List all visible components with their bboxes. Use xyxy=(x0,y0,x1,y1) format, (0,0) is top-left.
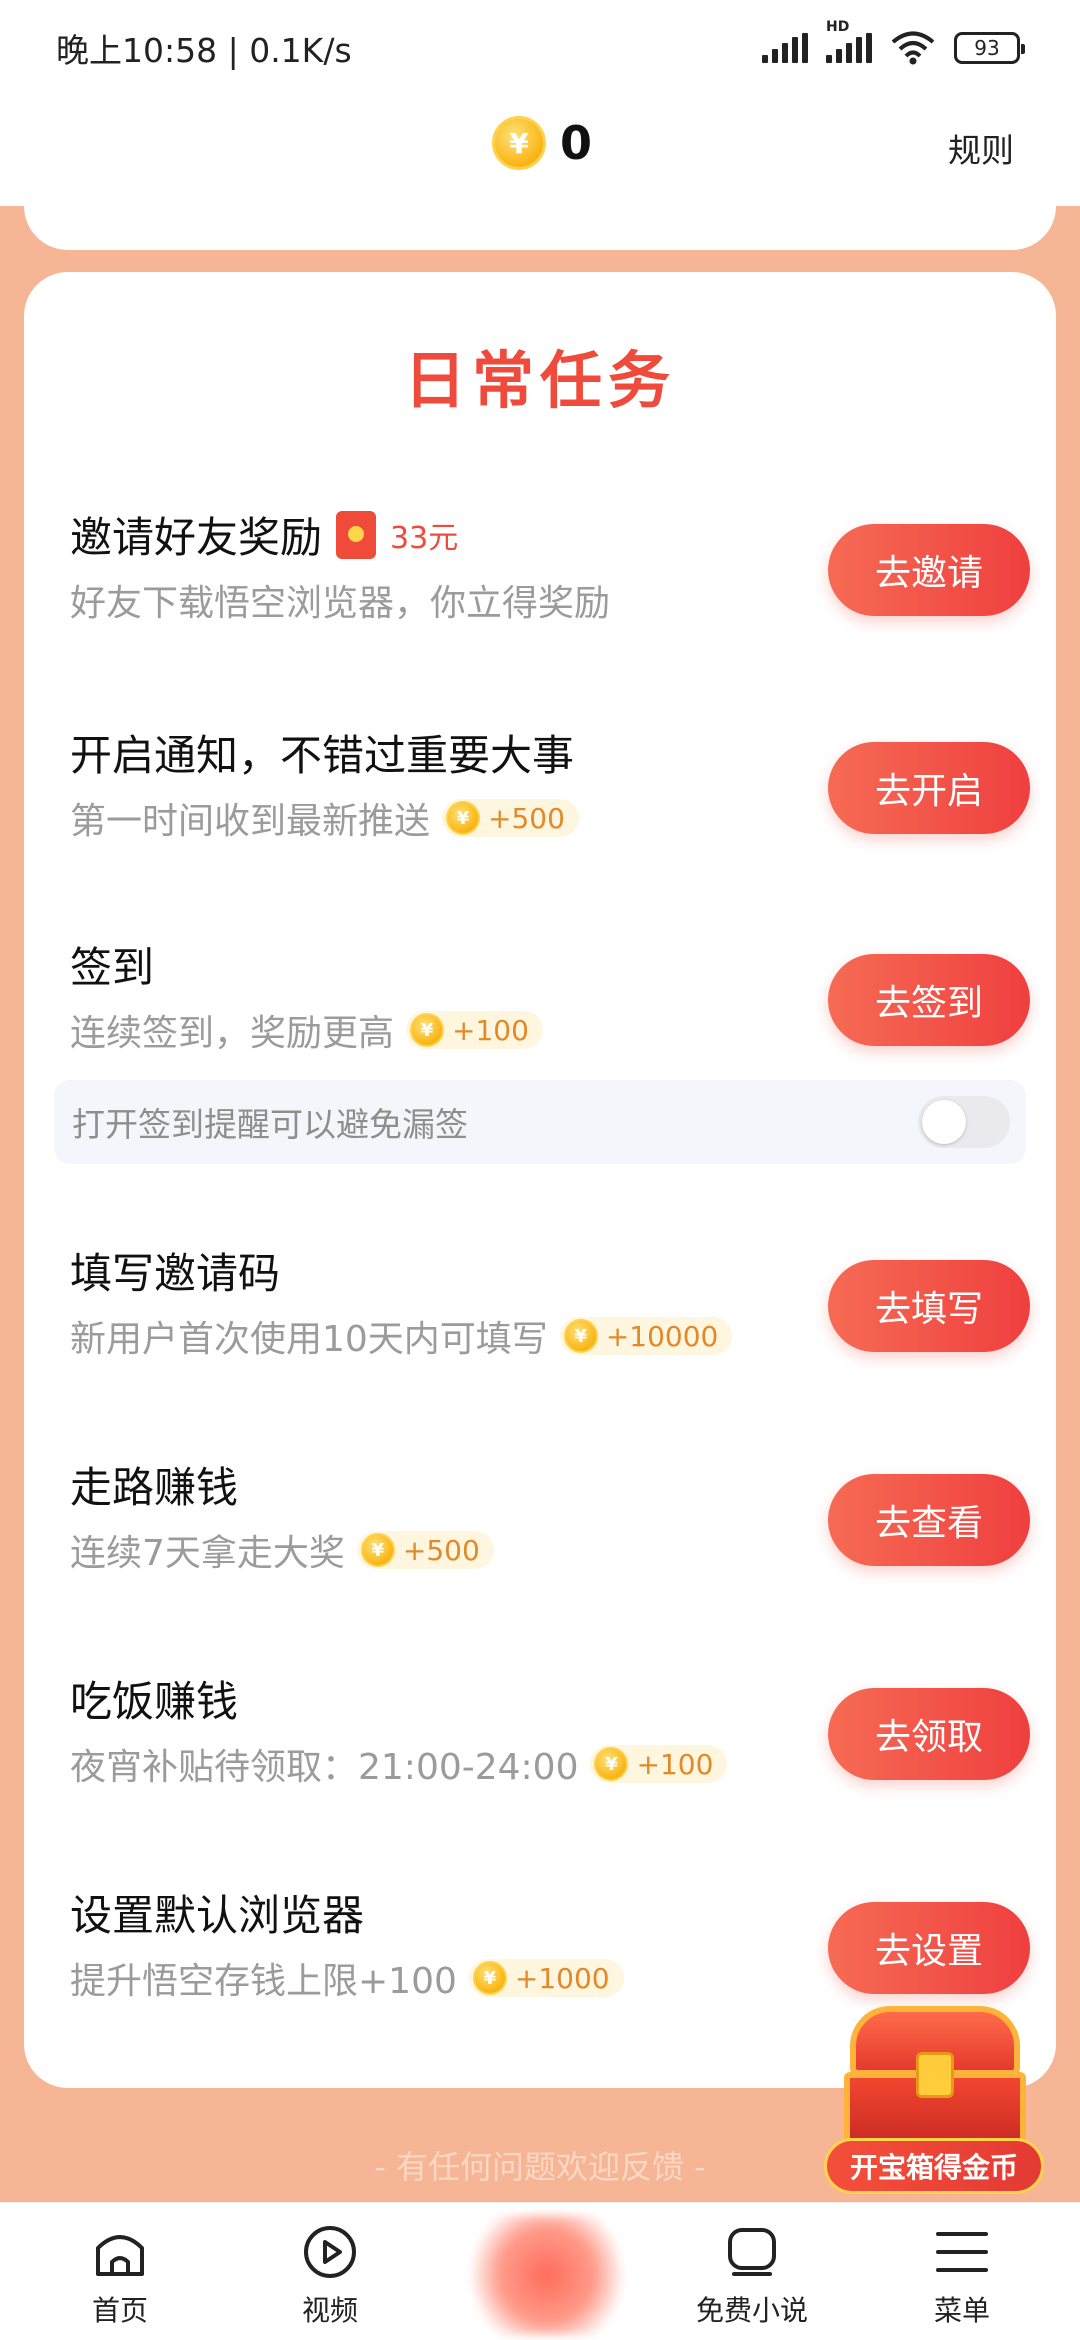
task-title-text: 走路赚钱 xyxy=(70,1463,239,1512)
task-walk-earn: 走路赚钱 连续7天拿走大奖 ¥ +500 去查看 xyxy=(70,1454,1030,1584)
nav-label: 首页 xyxy=(91,2294,148,2327)
task-set-default-browser: 设置默认浏览器 提升悟空存钱上限+100 ¥ +1000 去设置 xyxy=(70,1882,1030,2012)
coin-icon: ¥ xyxy=(472,1961,507,1995)
invite-button[interactable]: 去邀请 xyxy=(828,524,1030,616)
red-packet-icon xyxy=(336,510,377,559)
set-button[interactable]: 去设置 xyxy=(828,1902,1030,1994)
top-card xyxy=(24,180,1056,250)
nav-label: 菜单 xyxy=(933,2294,990,2327)
coin-balance: ¥ 0 xyxy=(492,116,592,170)
task-invite-friends: 邀请好友奖励 33元 好友下载悟空浏览器，你立得奖励 去邀请 xyxy=(70,504,1030,634)
cash-reward: 33元 xyxy=(390,520,459,556)
bottom-nav: 首页 视频 免费小说 菜单 xyxy=(0,2202,1080,2340)
coin-reward-badge: ¥ +1000 xyxy=(468,1959,624,1997)
coin-reward-badge: ¥ +500 xyxy=(442,799,579,837)
coin-icon: ¥ xyxy=(360,1533,395,1567)
task-title-text: 填写邀请码 xyxy=(70,1249,281,1298)
chest-lock-icon xyxy=(916,2052,954,2098)
coin-reward-amount: +500 xyxy=(402,1533,480,1567)
check-in-button[interactable]: 去签到 xyxy=(828,954,1030,1046)
task-description: 提升悟空存钱上限+100 ¥ +1000 xyxy=(70,1952,624,2004)
task-title-text: 邀请好友奖励 xyxy=(70,513,323,562)
task-description: 好友下载悟空浏览器，你立得奖励 xyxy=(70,574,610,626)
feedback-link[interactable]: - 有任何问题欢迎反馈 - xyxy=(0,2142,1080,2188)
task-description: 夜宵补贴待领取：21:00-24:00 ¥ +100 xyxy=(70,1738,728,1790)
task-description-text: 夜宵补贴待领取：21:00-24:00 xyxy=(70,1747,579,1788)
task-title: 吃饭赚钱 xyxy=(70,1668,238,1729)
coin-reward-amount: +100 xyxy=(452,1013,529,1047)
nav-item-free-novels[interactable]: 免费小说 xyxy=(672,2221,832,2329)
task-title: 走路赚钱 xyxy=(70,1454,238,1515)
task-description-text: 好友下载悟空浏览器，你立得奖励 xyxy=(70,583,611,624)
daily-tasks-card: 日常任务 邀请好友奖励 33元 好友下载悟空浏览器，你立得奖励 去邀请 开启通知… xyxy=(24,272,1056,2088)
video-play-icon xyxy=(250,2221,410,2283)
nav-item-video[interactable]: 视频 xyxy=(250,2221,410,2329)
coin-reward-amount: +500 xyxy=(488,801,565,835)
coin-reward-badge: ¥ +500 xyxy=(356,1531,494,1569)
coin-icon: ¥ xyxy=(594,1747,629,1781)
enable-button[interactable]: 去开启 xyxy=(828,742,1030,834)
task-description-text: 第一时间收到最新推送 xyxy=(70,801,431,842)
claim-button[interactable]: 去领取 xyxy=(828,1688,1030,1780)
hd-signal-icon: HD xyxy=(826,19,872,63)
balance-value: 0 xyxy=(560,116,593,170)
center-nav-icon[interactable] xyxy=(462,2215,632,2335)
task-title-text: 签到 xyxy=(70,943,155,992)
coin-icon: ¥ xyxy=(410,1013,445,1047)
nav-label: 免费小说 xyxy=(695,2294,808,2327)
task-title-text: 吃饭赚钱 xyxy=(70,1677,239,1726)
status-time-speed: 晚上10:58 | 0.1K/s xyxy=(56,31,352,70)
coin-icon: ¥ xyxy=(446,801,481,835)
task-description-text: 新用户首次使用10天内可填写 xyxy=(70,1319,548,1360)
task-description-text: 提升悟空存钱上限+100 xyxy=(70,1961,457,2002)
coin-icon: ¥ xyxy=(492,116,546,170)
task-title-text: 开启通知，不错过重要大事 xyxy=(70,731,575,780)
section-title: 日常任务 xyxy=(403,344,676,417)
reminder-text: 打开签到提醒可以避免漏签 xyxy=(72,1105,468,1144)
signal-icon xyxy=(762,33,808,63)
battery-icon: 93 xyxy=(954,32,1025,64)
rules-link[interactable]: 规则 xyxy=(948,124,1014,172)
task-description: 连续7天拿走大奖 ¥ +500 xyxy=(70,1524,494,1576)
coin-reward-amount: +1000 xyxy=(514,1961,610,1995)
task-description: 新用户首次使用10天内可填写 ¥ +10000 xyxy=(70,1310,733,1362)
nav-item-menu[interactable]: 菜单 xyxy=(882,2221,1042,2329)
toggle-knob xyxy=(922,1100,966,1144)
task-title-text: 设置默认浏览器 xyxy=(70,1891,365,1940)
status-bar: 晚上10:58 | 0.1K/s HD 93 xyxy=(0,0,1080,96)
task-meal-earn: 吃饭赚钱 夜宵补贴待领取：21:00-24:00 ¥ +100 去领取 xyxy=(70,1668,1030,1798)
home-icon xyxy=(40,2221,200,2283)
coin-reward-badge: ¥ +10000 xyxy=(559,1317,733,1355)
coin-reward-badge: ¥ +100 xyxy=(590,1745,728,1783)
task-title: 填写邀请码 xyxy=(70,1240,280,1301)
battery-level: 93 xyxy=(974,36,1000,60)
task-title: 邀请好友奖励 33元 xyxy=(70,504,458,565)
wifi-icon xyxy=(890,31,936,65)
coin-reward-badge: ¥ +100 xyxy=(406,1011,543,1049)
task-description: 第一时间收到最新推送 ¥ +500 xyxy=(70,792,579,844)
task-check-in: 签到 连续签到，奖励更高 ¥ +100 去签到 xyxy=(70,934,1030,1064)
reminder-toggle[interactable] xyxy=(918,1096,1010,1148)
fill-in-button[interactable]: 去填写 xyxy=(828,1260,1030,1352)
status-icons: HD 93 xyxy=(762,19,1025,65)
task-enable-notifications: 开启通知，不错过重要大事 第一时间收到最新推送 ¥ +500 去开启 xyxy=(70,722,1030,852)
task-description-text: 连续7天拿走大奖 xyxy=(70,1533,345,1574)
nav-item-home[interactable]: 首页 xyxy=(40,2221,200,2329)
task-title: 签到 xyxy=(70,934,154,995)
nav-label: 视频 xyxy=(301,2294,358,2327)
task-description-text: 连续签到，奖励更高 xyxy=(70,1013,395,1054)
task-title: 开启通知，不错过重要大事 xyxy=(70,722,574,783)
coin-reward-amount: +10000 xyxy=(605,1319,719,1353)
task-title: 设置默认浏览器 xyxy=(70,1882,364,1943)
book-icon xyxy=(672,2221,832,2283)
task-description: 连续签到，奖励更高 ¥ +100 xyxy=(70,1004,543,1056)
coin-icon: ¥ xyxy=(563,1319,598,1353)
coin-reward-amount: +100 xyxy=(636,1747,714,1781)
check-in-reminder-row: 打开签到提醒可以避免漏签 xyxy=(54,1080,1026,1164)
menu-icon xyxy=(882,2221,1042,2283)
task-enter-invite-code: 填写邀请码 新用户首次使用10天内可填写 ¥ +10000 去填写 xyxy=(70,1240,1030,1370)
view-button[interactable]: 去查看 xyxy=(828,1474,1030,1566)
